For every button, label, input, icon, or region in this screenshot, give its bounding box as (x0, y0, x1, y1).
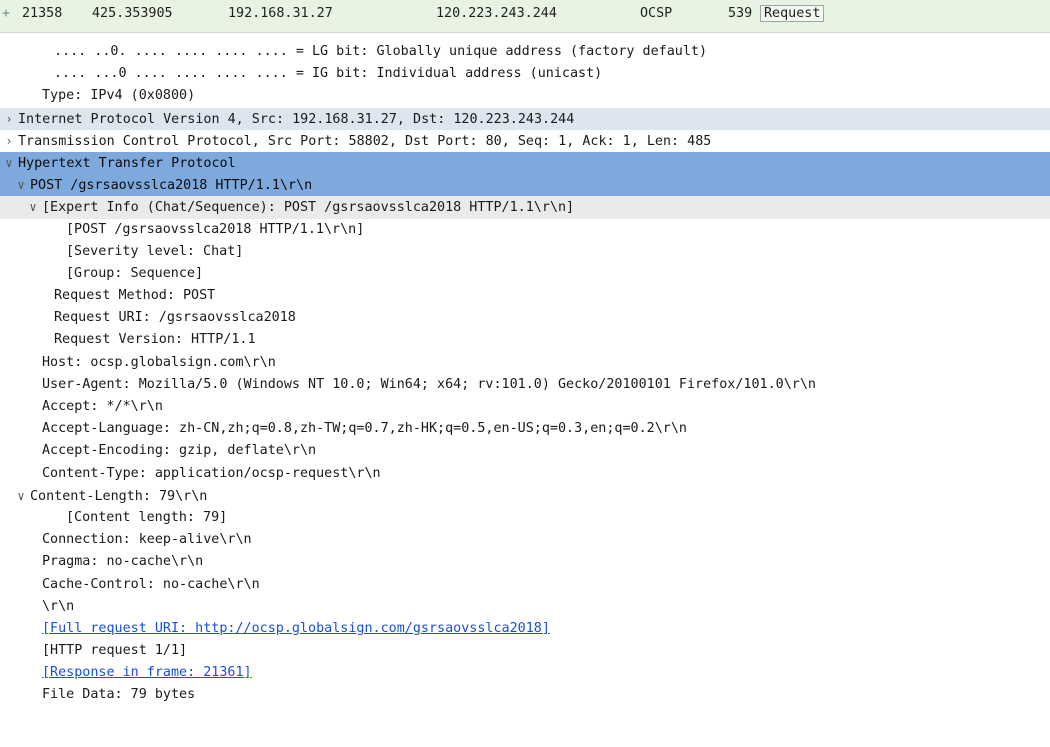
tree-row[interactable]: ∨ [Expert Info (Chat/Sequence): POST /gsr… (0, 196, 1050, 219)
packet-length: 539 (728, 6, 753, 21)
tree-row[interactable]: [Group: Sequence] (0, 263, 1050, 285)
tree-row-text: File Data: 79 bytes (42, 687, 196, 703)
tree-row-text: [Group: Sequence] (66, 265, 204, 281)
tree-row[interactable]: ∨ Content-Length: 79\r\n (0, 485, 1050, 507)
tree-row-text: Accept-Encoding: gzip, deflate\r\n (42, 443, 317, 459)
tree-row-text: Host: ocsp.globalsign.com\r\n (42, 354, 276, 370)
tree-row-text: Pragma: no-cache\r\n (42, 554, 204, 570)
tree-row[interactable]: Cache-Control: no-cache\r\n (0, 574, 1050, 596)
tree-row-text: [Severity level: Chat] (66, 243, 244, 259)
packet-info: Request (760, 5, 825, 22)
tree-row[interactable]: Request Version: HTTP/1.1 (0, 329, 1050, 351)
tree-row[interactable]: Request URI: /gsrsaovsslca2018 (0, 307, 1050, 329)
tree-row-text: Accept-Language: zh-CN,zh;q=0.8,zh-TW;q=… (42, 421, 687, 437)
tree-row-text[interactable]: [Response in frame: 21361] (42, 665, 252, 680)
expand-chevron-icon[interactable]: ∨ (0, 152, 18, 174)
tree-row-text: \r\n (42, 598, 75, 614)
tree-row[interactable]: [POST /gsrsaovsslca2018 HTTP/1.1\r\n] (0, 219, 1050, 241)
expand-chevron-icon[interactable]: ∨ (12, 485, 30, 507)
tree-row-text: Accept: */*\r\n (42, 399, 163, 414)
tree-row[interactable]: Type: IPv4 (0x0800) (0, 85, 1050, 107)
tree-row-text: Internet Protocol Version 4, Src: 192.16… (18, 111, 575, 127)
tree-row[interactable]: [HTTP request 1/1] (0, 640, 1050, 662)
tree-row-text: .... ...0 .... .... .... .... = IG bit: … (54, 66, 603, 82)
tree-row-text: [POST /gsrsaovsslca2018 HTTP/1.1\r\n] (66, 221, 365, 237)
tree-row-text: [HTTP request 1/1] (42, 643, 188, 659)
tree-row-text: Connection: keep-alive\r\n (42, 532, 252, 548)
tree-row-text: Cache-Control: no-cache\r\n (42, 576, 260, 592)
tree-row[interactable]: Accept: */*\r\n (0, 396, 1050, 418)
tree-row[interactable]: \r\n (0, 596, 1050, 618)
packet-time: 425.353905 (92, 6, 173, 21)
tree-row[interactable]: [Full request URI: http://ocsp.globalsig… (0, 618, 1050, 640)
tree-row[interactable]: [Response in frame: 21361] (0, 662, 1050, 684)
tree-row[interactable]: ∨ Hypertext Transfer Protocol (0, 151, 1050, 175)
tree-row[interactable]: Content-Type: application/ocsp-request\r… (0, 463, 1050, 485)
tree-row[interactable]: › Internet Protocol Version 4, Src: 192.1… (0, 107, 1050, 130)
tree-row[interactable]: Accept-Language: zh-CN,zh;q=0.8,zh-TW;q=… (0, 418, 1050, 440)
tree-row-text: [Expert Info (Chat/Sequence): POST /gsrs… (42, 200, 575, 216)
tree-row[interactable]: [Content length: 79] (0, 507, 1050, 529)
packet-protocol: OCSP (640, 6, 673, 21)
tree-row-text: Content-Type: application/ocsp-request\r… (42, 465, 381, 481)
tree-row-text: Hypertext Transfer Protocol (18, 155, 236, 171)
tree-row[interactable]: [Severity level: Chat] (0, 241, 1050, 263)
tree-row-text: Request URI: /gsrsaovsslca2018 (54, 310, 296, 326)
tree-row[interactable]: ∨ POST /gsrsaovsslca2018 HTTP/1.1\r\n (0, 174, 1050, 197)
packet-details-tree[interactable]: .... ..0. .... .... .... .... = LG bit: … (0, 33, 1050, 707)
tree-row-text: Content-Length: 79\r\n (30, 488, 208, 504)
collapse-chevron-icon[interactable]: › (0, 108, 18, 130)
tree-row[interactable]: File Data: 79 bytes (0, 684, 1050, 706)
expand-chevron-icon[interactable]: ∨ (12, 174, 30, 196)
tree-row[interactable]: Pragma: no-cache\r\n (0, 551, 1050, 573)
tree-row-text: Request Method: POST (54, 288, 216, 304)
tree-row[interactable]: Connection: keep-alive\r\n (0, 529, 1050, 551)
expand-chevron-icon[interactable]: ∨ (24, 196, 42, 218)
tree-row-text: Request Version: HTTP/1.1 (54, 332, 256, 348)
tree-row[interactable]: Host: ocsp.globalsign.com\r\n (0, 352, 1050, 374)
tree-row[interactable]: › Transmission Control Protocol, Src Port… (0, 130, 1050, 152)
packet-number: 21358 (22, 6, 63, 21)
tree-row-text: User-Agent: Mozilla/5.0 (Windows NT 10.0… (42, 376, 816, 392)
collapse-chevron-icon[interactable]: › (0, 130, 18, 152)
request-arrow-icon: + (2, 6, 11, 21)
tree-row-text: Transmission Control Protocol, Src Port:… (18, 133, 712, 149)
tree-row-text: .... ..0. .... .... .... .... = LG bit: … (54, 44, 708, 59)
tree-row-text: [Content length: 79] (66, 509, 228, 525)
tree-row[interactable]: User-Agent: Mozilla/5.0 (Windows NT 10.0… (0, 374, 1050, 396)
tree-row-text: POST /gsrsaovsslca2018 HTTP/1.1\r\n (30, 178, 313, 194)
packet-destination: 120.223.243.244 (436, 6, 557, 21)
tree-row[interactable]: .... ..0. .... .... .... .... = LG bit: … (0, 41, 1050, 63)
tree-row-text: Type: IPv4 (0x0800) (42, 88, 196, 104)
packet-source: 192.168.31.27 (228, 6, 333, 21)
tree-row[interactable]: Accept-Encoding: gzip, deflate\r\n (0, 440, 1050, 462)
packet-list-row[interactable]: + 21358 425.353905 192.168.31.27 120.223… (0, 0, 1050, 33)
tree-row[interactable]: Request Method: POST (0, 285, 1050, 307)
tree-row[interactable]: .... ...0 .... .... .... .... = IG bit: … (0, 63, 1050, 85)
tree-row-text[interactable]: [Full request URI: http://ocsp.globalsig… (42, 621, 550, 636)
